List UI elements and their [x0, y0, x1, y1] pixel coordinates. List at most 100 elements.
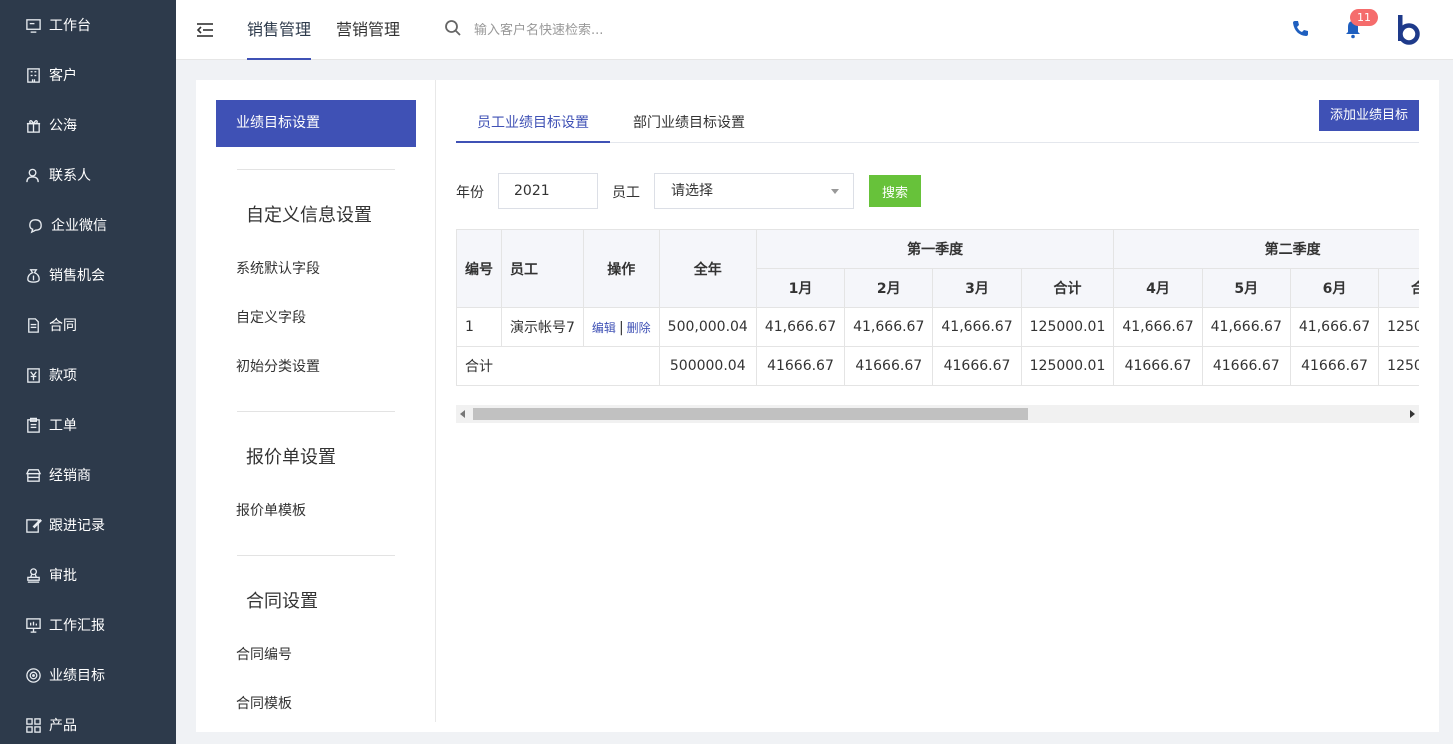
nav-performance-target-settings[interactable]: 业绩目标设置: [216, 100, 416, 147]
targets-table: 编号 员工 操作 全年 第一季度 第二季度 1月 2月 3月 合计 4月 5月 …: [456, 229, 1419, 386]
chevron-down-icon: [831, 189, 839, 194]
sub-tabs: 员工业绩目标设置 部门业绩目标设置: [456, 100, 1419, 143]
cell-value: 41,666.67: [844, 307, 934, 347]
employee-select-placeholder: 请选择: [671, 183, 713, 199]
employee-select[interactable]: 请选择: [654, 173, 854, 209]
sidebar-item-13[interactable]: 业绩目标: [0, 650, 176, 700]
active-tab-underline: [456, 141, 610, 143]
nav-link-default-fields[interactable]: 系统默认字段: [236, 258, 320, 278]
cell-employee: 演示帐号7: [501, 307, 584, 347]
nav-heading-quotation: 报价单设置: [246, 447, 336, 468]
sidebar-item-label: 联系人: [49, 168, 91, 184]
target-icon: [24, 666, 42, 684]
sidebar-item-14[interactable]: 产品: [0, 700, 176, 744]
scroll-left-icon[interactable]: [460, 410, 465, 418]
header-q2-total: 合计: [1378, 268, 1419, 308]
phone-icon[interactable]: [1290, 19, 1310, 39]
sidebar-item-2[interactable]: 公海: [0, 100, 176, 150]
sidebar-item-7[interactable]: 款项: [0, 350, 176, 400]
cell-value: 41,666.67: [932, 307, 1022, 347]
sidebar-item-9[interactable]: 经销商: [0, 450, 176, 500]
nav-heading-contract: 合同设置: [246, 591, 318, 612]
employee-label: 员工: [612, 185, 640, 201]
sidebar-item-8[interactable]: 工单: [0, 400, 176, 450]
tab-marketing-management[interactable]: 营销管理: [336, 0, 400, 60]
sidebar-item-label: 产品: [49, 718, 77, 734]
header-month: 5月: [1201, 268, 1291, 308]
menu-collapse-icon[interactable]: [194, 19, 216, 41]
sidebar-item-11[interactable]: 审批: [0, 550, 176, 600]
nav-divider: [237, 555, 395, 556]
delete-link[interactable]: 删除: [627, 321, 651, 335]
cell-year-total: 500000.04: [658, 346, 757, 386]
target-settings-panel: 员工业绩目标设置 部门业绩目标设置 添加业绩目标 年份 2021 员工 请选择 …: [456, 80, 1419, 732]
cell-value: 41,666.67: [755, 307, 846, 347]
sidebar-item-4[interactable]: 企业微信: [0, 200, 176, 250]
presentation-icon: [24, 616, 42, 634]
sidebar-item-label: 企业微信: [51, 218, 107, 234]
stamp-icon: [24, 566, 42, 584]
header-q2: 第二季度: [1113, 229, 1419, 269]
cell-value: 41,666.67: [1289, 307, 1380, 347]
table-total-row: 合计 500000.04 41666.67 41666.67 41666.67 …: [456, 346, 1419, 386]
table-horizontal-scrollbar[interactable]: [456, 405, 1419, 423]
scrollbar-thumb[interactable]: [473, 408, 1028, 420]
cell-value: 41,666.67: [1113, 307, 1203, 347]
money-bag-icon: [24, 266, 42, 284]
tab-department-targets[interactable]: 部门业绩目标设置: [633, 112, 745, 132]
sidebar-item-3[interactable]: 联系人: [0, 150, 176, 200]
monitor-icon: [24, 16, 42, 34]
cell-value: 41,666.67: [1201, 307, 1291, 347]
chat-icon: [26, 216, 44, 234]
header-month: 2月: [844, 268, 934, 308]
scroll-right-icon[interactable]: [1410, 410, 1415, 418]
header-month: 3月: [932, 268, 1022, 308]
nav-heading-custom-info: 自定义信息设置: [246, 205, 372, 226]
edit-icon: [24, 516, 42, 534]
yen-icon: [24, 366, 42, 384]
store-icon: [24, 466, 42, 484]
top-header: 销售管理 营销管理 11: [176, 0, 1453, 60]
nav-link-contract-template[interactable]: 合同模板: [236, 693, 292, 713]
sidebar-item-10[interactable]: 跟进记录: [0, 500, 176, 550]
building-icon: [24, 66, 42, 84]
cell-actions: 编辑 | 删除: [582, 307, 660, 347]
sidebar-item-label: 审批: [49, 568, 77, 584]
add-target-button[interactable]: 添加业绩目标: [1319, 100, 1419, 131]
search-input[interactable]: [474, 22, 674, 38]
sidebar-item-label: 合同: [49, 318, 77, 334]
cell-id: 1: [456, 307, 502, 347]
sidebar-item-6[interactable]: 合同: [0, 300, 176, 350]
sidebar-item-12[interactable]: 工作汇报: [0, 600, 176, 650]
nav-link-quotation-template[interactable]: 报价单模板: [236, 500, 306, 520]
header-month: 1月: [755, 268, 846, 308]
gift-icon: [24, 116, 42, 134]
nav-divider: [237, 411, 395, 412]
edit-link[interactable]: 编辑: [592, 321, 616, 335]
sidebar-item-1[interactable]: 客户: [0, 50, 176, 100]
sidebar-item-label: 业绩目标: [49, 668, 105, 684]
cell-total-label: 合计: [456, 346, 660, 386]
tab-sales-management[interactable]: 销售管理: [247, 0, 312, 60]
action-separator: |: [618, 319, 624, 336]
header-id: 编号: [456, 229, 502, 308]
header-employee: 员工: [501, 229, 584, 308]
cell-value: 41666.67: [1289, 346, 1380, 386]
year-input[interactable]: 2021: [498, 173, 598, 209]
sidebar-item-0[interactable]: 工作台: [0, 0, 176, 50]
tab-employee-targets[interactable]: 员工业绩目标设置: [477, 112, 589, 132]
nav-link-contract-number[interactable]: 合同编号: [236, 644, 292, 664]
user-icon: [24, 166, 42, 184]
sidebar-item-label: 工单: [49, 418, 77, 434]
sidebar-item-label: 公海: [49, 118, 77, 134]
cell-value: 125000.01: [1378, 307, 1419, 347]
targets-table-container: 编号 员工 操作 全年 第一季度 第二季度 1月 2月 3月 合计 4月 5月 …: [456, 229, 1419, 386]
search-button[interactable]: 搜索: [869, 175, 921, 207]
nav-link-custom-fields[interactable]: 自定义字段: [236, 307, 306, 327]
sidebar-item-5[interactable]: 销售机会: [0, 250, 176, 300]
nav-divider: [237, 169, 395, 170]
nav-link-initial-category[interactable]: 初始分类设置: [236, 356, 320, 376]
search-icon: [444, 19, 462, 41]
search-bar: [444, 20, 674, 40]
sidebar-item-label: 工作汇报: [49, 618, 105, 634]
